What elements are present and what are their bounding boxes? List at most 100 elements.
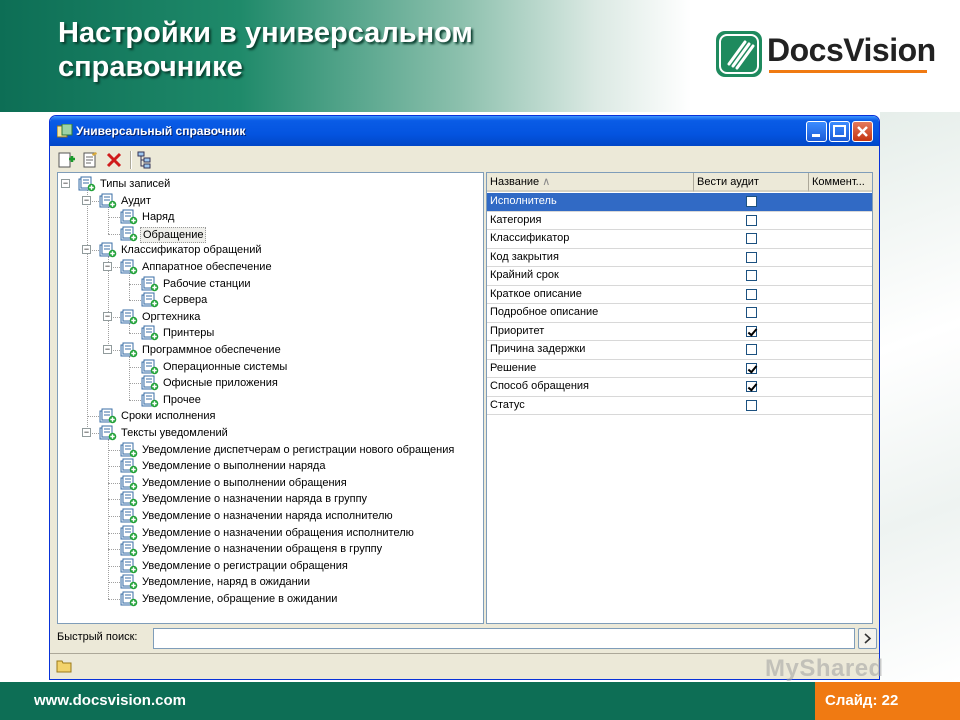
field-name: Статус bbox=[490, 398, 525, 411]
status-bar bbox=[50, 653, 879, 679]
tree-collapse-toggle[interactable]: − bbox=[103, 345, 112, 354]
tree-connector-line bbox=[87, 190, 88, 433]
grid-row[interactable]: Приоритет bbox=[487, 323, 872, 341]
directory-app-icon bbox=[57, 124, 73, 138]
audit-checkbox[interactable] bbox=[746, 270, 757, 281]
column-header-audit[interactable]: Вести аудит bbox=[694, 173, 809, 192]
tree-node-label: Уведомление о выполнении наряда bbox=[142, 460, 326, 473]
maximize-button[interactable] bbox=[829, 121, 850, 142]
tree-node-label: Уведомление о назначении наряда в группу bbox=[142, 493, 368, 506]
grid-row[interactable]: Подробное описание bbox=[487, 304, 872, 323]
window-titlebar[interactable]: Универсальный справочник bbox=[50, 116, 879, 146]
grid-row[interactable]: Краткое описание bbox=[487, 286, 872, 304]
grid-row[interactable]: Код закрытия bbox=[487, 249, 872, 267]
tree-connector-line bbox=[108, 466, 120, 468]
grid-row[interactable]: Исполнитель bbox=[487, 193, 872, 212]
audit-checkbox[interactable] bbox=[746, 344, 757, 355]
grid-row[interactable]: Способ обращения bbox=[487, 378, 872, 397]
delete-icon[interactable] bbox=[104, 150, 124, 170]
tree-collapse-toggle[interactable]: − bbox=[82, 428, 91, 437]
field-name: Крайний срок bbox=[490, 269, 559, 281]
grid-row[interactable]: Классификатор bbox=[487, 230, 872, 249]
properties-icon[interactable] bbox=[80, 150, 100, 170]
record-type-icon bbox=[141, 392, 159, 408]
tree-settings-icon[interactable] bbox=[136, 150, 156, 170]
record-types-tree[interactable]: − Типы записей − Аудит Наряд Обращение − Класси… bbox=[57, 172, 484, 624]
tree-connector-line bbox=[108, 582, 120, 584]
record-type-icon bbox=[141, 375, 159, 391]
tree-collapse-toggle[interactable]: − bbox=[103, 311, 112, 321]
tree-node-label: Уведомление о регистрации обращения bbox=[142, 559, 348, 572]
column-header-name[interactable]: Название ∧ bbox=[487, 173, 694, 192]
tree-node-label: Уведомление, наряд в ожидании bbox=[142, 576, 310, 589]
audit-checkbox[interactable] bbox=[746, 214, 757, 226]
close-button[interactable] bbox=[852, 121, 873, 142]
grid-row[interactable]: Причина задержки bbox=[487, 341, 872, 360]
field-name: Подробное описание bbox=[490, 306, 599, 318]
folder-icon[interactable] bbox=[56, 659, 72, 673]
grid-header: Название ∧ Вести аудит Коммент... bbox=[487, 173, 872, 192]
audit-checkbox[interactable] bbox=[746, 362, 757, 374]
audit-checkbox[interactable] bbox=[746, 325, 757, 337]
tree-connector-line bbox=[87, 416, 99, 418]
tree-connector-line bbox=[108, 599, 120, 600]
tree-node-label: Офисные приложения bbox=[163, 377, 278, 390]
slide-number: Слайд: 22 bbox=[815, 682, 960, 720]
field-name: Исполнитель bbox=[490, 195, 557, 207]
tree-collapse-toggle[interactable]: − bbox=[61, 179, 70, 188]
tree-connector-line bbox=[129, 273, 130, 301]
record-type-icon bbox=[99, 193, 117, 209]
grid-row[interactable]: Статус bbox=[487, 397, 872, 415]
record-type-icon bbox=[120, 508, 138, 524]
quick-search-button[interactable] bbox=[858, 628, 877, 649]
record-type-icon bbox=[141, 276, 159, 292]
tree-node-label: Обращение bbox=[140, 226, 207, 243]
tree-connector-line bbox=[129, 383, 141, 385]
quick-search-label: Быстрый поиск: bbox=[57, 631, 138, 643]
tree-connector-line bbox=[129, 333, 141, 335]
tree-connector-line bbox=[108, 482, 120, 484]
footer-url: www.docsvision.com bbox=[34, 692, 186, 709]
window-title: Универсальный справочник bbox=[76, 124, 246, 138]
column-header-comment[interactable]: Коммент... bbox=[809, 173, 872, 192]
audit-checkbox[interactable] bbox=[746, 233, 757, 244]
fields-grid[interactable]: Название ∧ Вести аудит Коммент... Исполн… bbox=[486, 172, 873, 624]
minimize-button[interactable] bbox=[806, 121, 827, 142]
slide: Настройки в универсальном справочнике Do… bbox=[0, 0, 960, 720]
tree-collapse-toggle[interactable]: − bbox=[103, 262, 112, 271]
audit-checkbox[interactable] bbox=[746, 399, 757, 411]
tree-node-label: Уведомление о выполнении обращения bbox=[142, 476, 347, 489]
tree-collapse-toggle[interactable]: − bbox=[82, 245, 91, 255]
tree-node-label: Классификатор обращений bbox=[121, 244, 262, 257]
watermark: MyShared bbox=[765, 655, 884, 682]
record-type-icon bbox=[78, 176, 96, 192]
audit-checkbox[interactable] bbox=[746, 381, 757, 392]
grid-row[interactable]: Категория bbox=[487, 212, 872, 230]
audit-checkbox[interactable] bbox=[746, 251, 757, 263]
tree-node-label: Рабочие станции bbox=[163, 277, 251, 290]
grid-row[interactable]: Решение bbox=[487, 360, 872, 378]
tree-node-label: Тексты уведомлений bbox=[121, 427, 228, 439]
record-type-icon bbox=[141, 325, 159, 341]
record-type-icon bbox=[120, 226, 138, 242]
tree-collapse-toggle[interactable]: − bbox=[82, 195, 91, 205]
record-type-icon bbox=[120, 209, 138, 225]
new-record-icon[interactable] bbox=[56, 150, 76, 170]
column-header-name-label: Название bbox=[490, 176, 540, 188]
audit-checkbox[interactable] bbox=[746, 196, 757, 207]
audit-checkbox[interactable] bbox=[746, 288, 757, 300]
record-type-icon bbox=[120, 558, 138, 574]
tree-connector-line bbox=[108, 233, 120, 235]
tree-connector-line bbox=[108, 439, 109, 599]
record-type-icon bbox=[120, 541, 138, 557]
tree-connector-line bbox=[108, 516, 120, 517]
quick-search-input[interactable] bbox=[153, 628, 855, 649]
tree-connector-line bbox=[108, 217, 120, 219]
tree-connector-line bbox=[129, 283, 141, 285]
audit-checkbox[interactable] bbox=[746, 307, 757, 318]
slide-title: Настройки в универсальном справочнике bbox=[58, 17, 473, 83]
tree-connector-line bbox=[129, 300, 141, 302]
grid-row[interactable]: Крайний срок bbox=[487, 267, 872, 286]
tree-node-label: Уведомление диспетчерам о регистрации но… bbox=[142, 443, 455, 456]
toolbar-separator bbox=[130, 151, 132, 169]
